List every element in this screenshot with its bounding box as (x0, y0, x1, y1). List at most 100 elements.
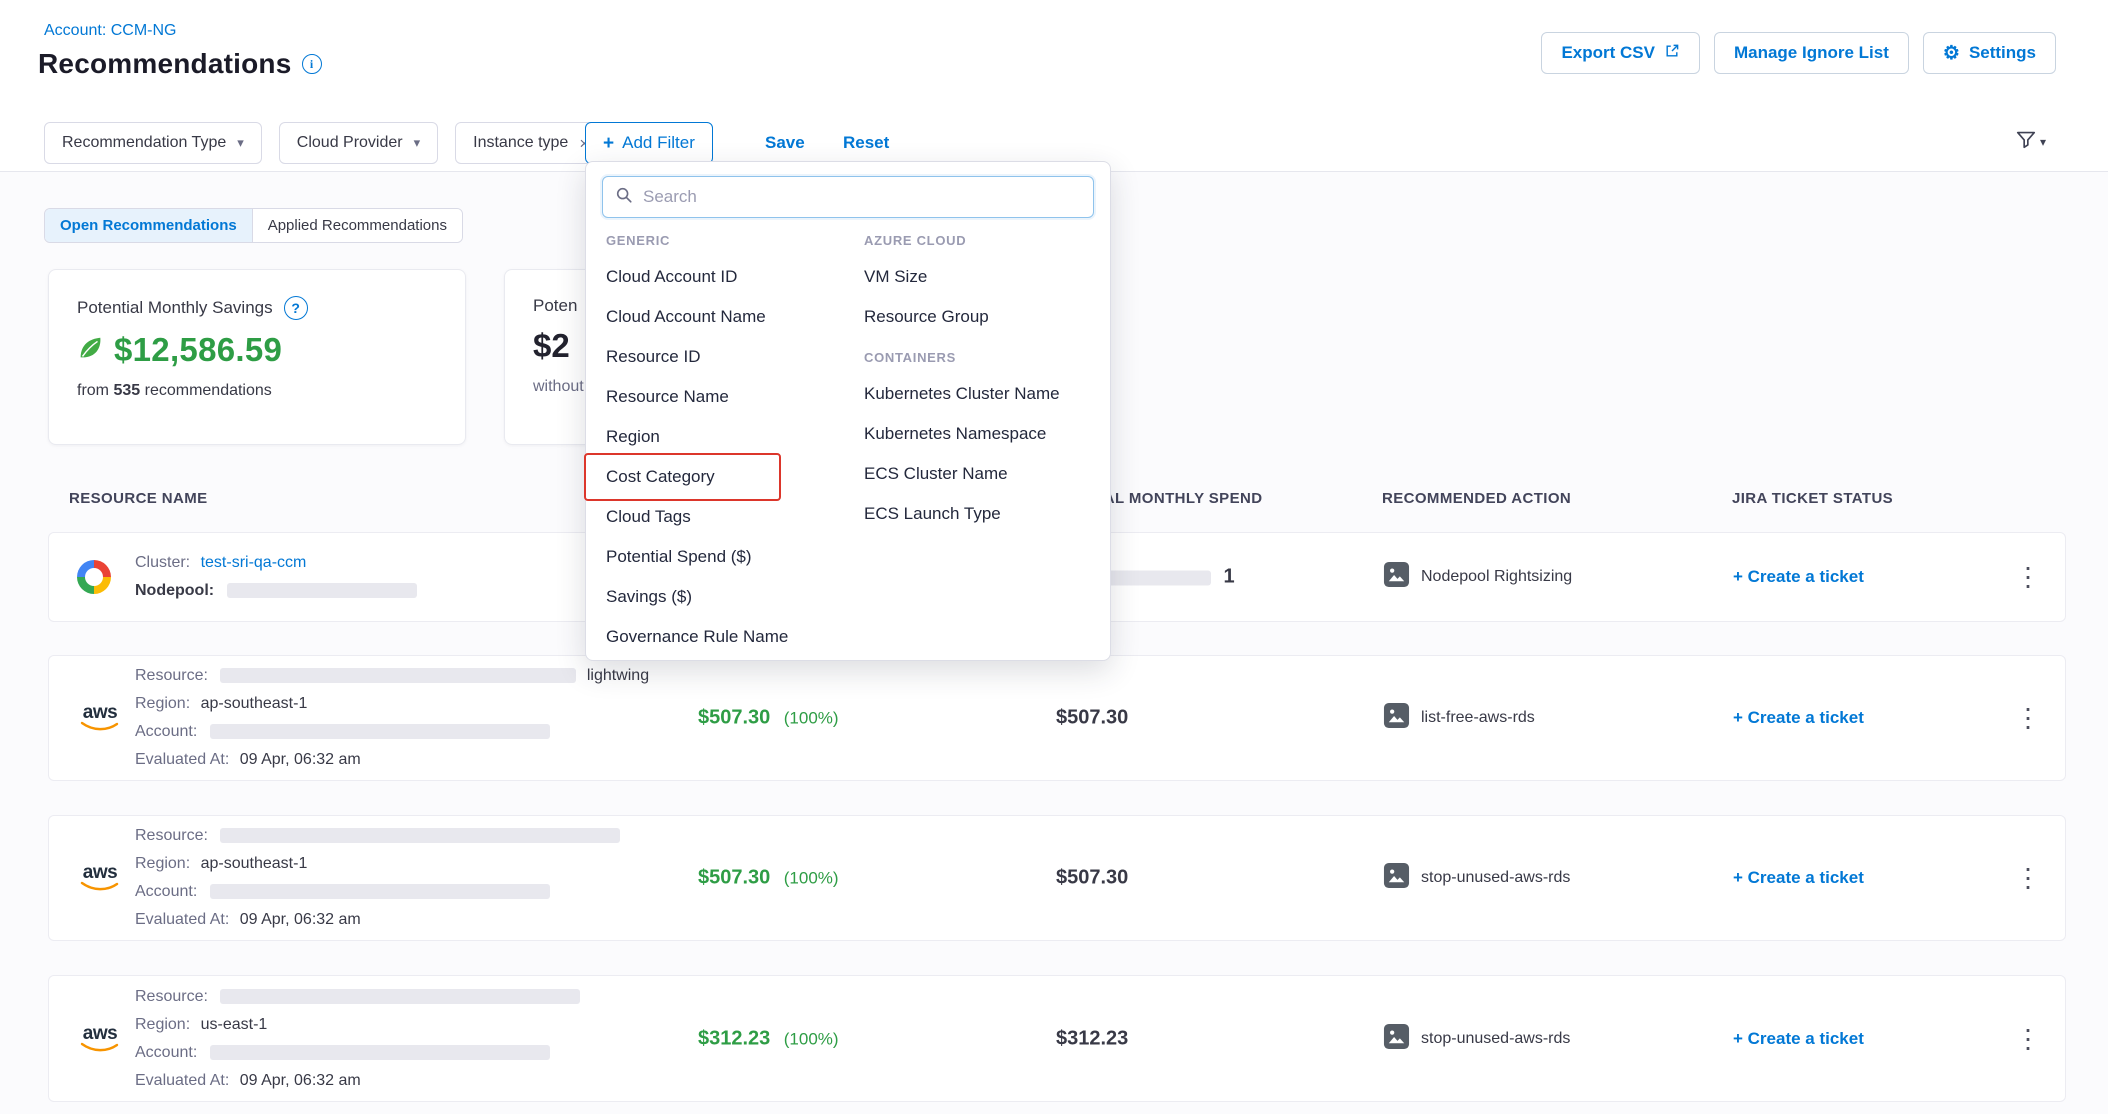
row-menu: ⋮ (2015, 863, 2041, 894)
redacted-value (220, 668, 576, 683)
recommended-action-label: list-free-aws-rds (1421, 709, 1535, 727)
kebab-menu-icon[interactable]: ⋮ (2015, 562, 2041, 592)
info-icon[interactable]: i (302, 54, 322, 74)
filter-option-kubernetes-cluster-name[interactable]: Kubernetes Cluster Name (864, 374, 1102, 414)
kebab-menu-icon[interactable]: ⋮ (2015, 863, 2041, 893)
cluster-name-link[interactable]: test-sri-qa-ccm (201, 554, 307, 571)
recommendation-action-icon (1383, 702, 1410, 734)
savings-leaf-icon (75, 333, 105, 368)
spend-value: $312.23 (1056, 1027, 1128, 1049)
column-recommended-action: RECOMMENDED ACTION (1382, 490, 1571, 507)
filter-option-kubernetes-namespace[interactable]: Kubernetes Namespace (864, 414, 1102, 454)
gcp-icon (77, 560, 111, 594)
card-title-row: Potential Monthly Savings ? (77, 296, 465, 320)
top-bar: Account: CCM-NG Recommendations i Export… (0, 0, 2108, 115)
add-filter-button[interactable]: + Add Filter (585, 122, 713, 164)
filter-option-vm-size[interactable]: VM Size (864, 257, 1102, 297)
recommendation-action-icon (1383, 561, 1410, 593)
redacted-value (210, 724, 550, 739)
recommended-action-cell: stop-unused-aws-rds (1383, 862, 1570, 894)
monthly-savings-cell: $312.23 (100%) (698, 1027, 839, 1050)
row-menu: ⋮ (2015, 703, 2041, 734)
resource-label: Resource: (135, 988, 208, 1005)
page-title-row: Recommendations i (38, 48, 322, 80)
filter-option-resource-id[interactable]: Resource ID (606, 337, 864, 377)
savings-percent: (100%) (784, 869, 839, 888)
filter-option-ecs-launch-type[interactable]: ECS Launch Type (864, 494, 1102, 534)
spend-value-partial: 1 (1223, 566, 1234, 588)
filter-chip-recommendation-type[interactable]: Recommendation Type ▾ (44, 122, 262, 164)
filter-panel-button[interactable]: ▾ (2015, 128, 2046, 155)
plus-icon: + (603, 134, 614, 153)
recommendation-action-icon (1383, 862, 1410, 894)
potential-monthly-savings-card: Potential Monthly Savings ? $12,586.59 f… (48, 269, 466, 445)
recommendations-page: Account: CCM-NG Recommendations i Export… (0, 0, 2108, 1114)
reset-filter-button[interactable]: Reset (843, 122, 889, 164)
filter-option-label: Cost Category (606, 467, 715, 487)
kebab-menu-icon[interactable]: ⋮ (2015, 1023, 2041, 1053)
filter-search-input[interactable] (643, 187, 1081, 207)
create-ticket-link[interactable]: + Create a ticket (1733, 567, 1864, 586)
column-jira-ticket-status: JIRA TICKET STATUS (1732, 490, 1893, 507)
filter-option-savings[interactable]: Savings ($) (606, 577, 864, 617)
resource-name-partial: lightwing (587, 667, 649, 684)
settings-button[interactable]: ⚙ Settings (1923, 32, 2056, 74)
resource-label: Resource: (135, 667, 208, 684)
export-csv-button[interactable]: Export CSV (1541, 32, 1700, 74)
recommended-action-label: Nodepool Rightsizing (1421, 568, 1572, 586)
filter-option-cloud-tags[interactable]: Cloud Tags (606, 497, 864, 537)
filter-option-resource-name[interactable]: Resource Name (606, 377, 864, 417)
savings-percent: (100%) (784, 709, 839, 728)
recommended-action-label: stop-unused-aws-rds (1421, 869, 1570, 887)
manage-ignore-list-button[interactable]: Manage Ignore List (1714, 32, 1909, 74)
chip-label: Instance type (473, 134, 568, 152)
add-filter-dropdown: GENERIC Cloud Account ID Cloud Account N… (585, 161, 1111, 661)
row-menu: ⋮ (2015, 1023, 2041, 1054)
filter-option-resource-group[interactable]: Resource Group (864, 297, 1102, 337)
filter-option-governance-rule-name[interactable]: Governance Rule Name (606, 617, 864, 657)
redacted-value (220, 828, 620, 843)
filter-chip-cloud-provider[interactable]: Cloud Provider ▾ (279, 122, 438, 164)
spend-value: $507.30 (1056, 867, 1128, 889)
evaluated-at-label: Evaluated At: (135, 751, 229, 768)
resource-details: Resource: Region: ap-southeast-1 Account… (135, 822, 620, 934)
monthly-savings-cell: $507.30 (100%) (698, 707, 839, 730)
create-ticket-link[interactable]: + Create a ticket (1733, 868, 1864, 887)
filter-option-potential-spend[interactable]: Potential Spend ($) (606, 537, 864, 577)
filter-option-region[interactable]: Region (606, 417, 864, 457)
filter-option-cloud-account-id[interactable]: Cloud Account ID (606, 257, 864, 297)
create-ticket-link[interactable]: + Create a ticket (1733, 1029, 1864, 1048)
account-label: Account: (135, 1044, 197, 1061)
tab-open-recommendations[interactable]: Open Recommendations (45, 209, 252, 242)
region-label: Region: (135, 855, 190, 872)
table-row[interactable]: aws Resource: Region: ap-southeast-1 Acc… (48, 815, 2066, 941)
region-value: ap-southeast-1 (201, 695, 308, 712)
kebab-menu-icon[interactable]: ⋮ (2015, 703, 2041, 733)
region-label: Region: (135, 695, 190, 712)
filter-option-ecs-cluster-name[interactable]: ECS Cluster Name (864, 454, 1102, 494)
section-heading-azure-cloud: AZURE CLOUD (864, 220, 1102, 257)
evaluated-at-value: 09 Apr, 06:32 am (240, 751, 361, 768)
tab-applied-recommendations[interactable]: Applied Recommendations (252, 209, 462, 242)
resource-details: Cluster: test-sri-qa-ccm Nodepool: (135, 549, 417, 605)
aws-icon: aws (77, 1025, 123, 1053)
region-value: us-east-1 (201, 1016, 268, 1033)
resource-label: Resource: (135, 827, 208, 844)
nodepool-label: Nodepool: (135, 582, 214, 599)
account-breadcrumb-link[interactable]: Account: CCM-NG (44, 22, 176, 40)
save-filter-button[interactable]: Save (765, 122, 805, 164)
help-icon[interactable]: ? (284, 296, 308, 320)
filter-option-cost-category[interactable]: Cost Category (606, 457, 864, 497)
evaluated-at-value: 09 Apr, 06:32 am (240, 1072, 361, 1089)
redacted-value (210, 884, 550, 899)
recommended-action-cell: list-free-aws-rds (1383, 702, 1535, 734)
table-row[interactable]: aws Resource: Region: us-east-1 Account:… (48, 975, 2066, 1102)
filter-search-box[interactable] (602, 176, 1094, 218)
gear-icon: ⚙ (1943, 44, 1960, 63)
filter-option-cloud-account-name[interactable]: Cloud Account Name (606, 297, 864, 337)
create-ticket-link[interactable]: + Create a ticket (1733, 708, 1864, 727)
table-row[interactable]: aws Resource: lightwing Region: ap-south… (48, 655, 2066, 781)
settings-label: Settings (1969, 43, 2036, 63)
card-title-partial: Poten (533, 296, 577, 316)
total-monthly-spend-cell: $507.30 (1056, 707, 1128, 730)
